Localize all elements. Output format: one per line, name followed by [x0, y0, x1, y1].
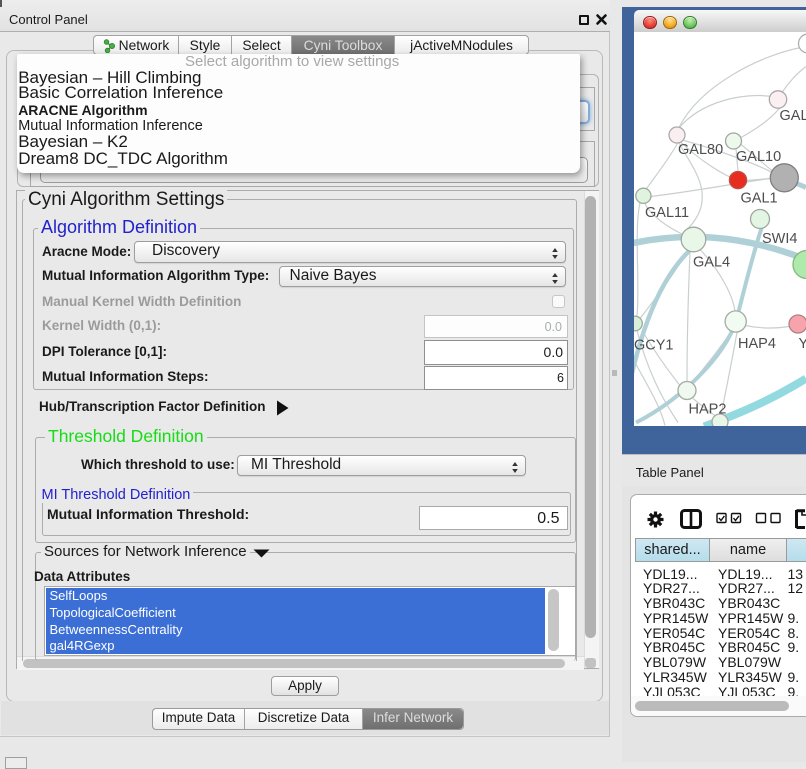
svg-text:GAL10: GAL10 — [736, 149, 781, 165]
svg-text:HAP4: HAP4 — [738, 336, 776, 352]
svg-text:GAL7: GAL7 — [780, 108, 806, 124]
svg-text:SWI4: SWI4 — [762, 231, 797, 247]
svg-text:GAL80: GAL80 — [678, 142, 723, 158]
svg-text:GAL1: GAL1 — [741, 190, 778, 206]
svg-text:GAL4: GAL4 — [693, 254, 730, 270]
svg-text:YB: YB — [799, 336, 806, 352]
svg-text:GCY1: GCY1 — [634, 337, 674, 353]
svg-text:HAP2: HAP2 — [689, 401, 727, 417]
svg-text:GAL11: GAL11 — [645, 205, 689, 221]
